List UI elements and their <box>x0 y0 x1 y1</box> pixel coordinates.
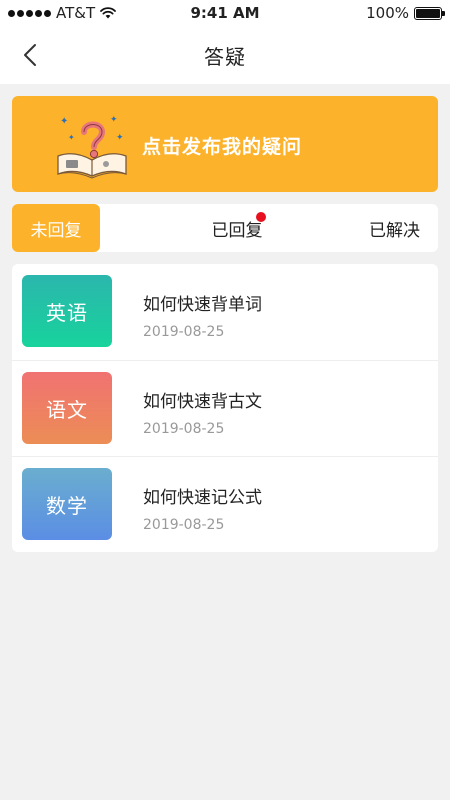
back-button[interactable] <box>14 40 46 70</box>
svg-text:✦: ✦ <box>116 133 124 143</box>
wifi-icon <box>100 7 117 19</box>
svg-text:✦: ✦ <box>68 133 75 142</box>
nav-bar: 答疑 <box>0 26 450 84</box>
question-date: 2019-08-25 <box>143 421 225 437</box>
question-date: 2019-08-25 <box>143 324 225 340</box>
chevron-left-icon <box>24 44 36 66</box>
status-tabs: 未回复 已回复 已解决 <box>12 204 438 252</box>
subject-tag: 英语 <box>22 275 112 347</box>
subject-tag: 语文 <box>22 372 112 444</box>
page-title: 答疑 <box>204 44 246 69</box>
status-bar: AT&T 9:41 AM 100% <box>0 0 450 26</box>
question-book-icon: ✦ ✦ ✦ ✦ <box>57 115 127 179</box>
list-item[interactable]: 数学 如何快速记公式 2019-08-25 <box>12 456 438 552</box>
banner-text: 点击发布我的疑问 <box>142 136 303 158</box>
svg-text:✦: ✦ <box>110 115 118 125</box>
battery-percent: 100% <box>366 4 409 22</box>
tab-unanswered[interactable]: 未回复 <box>12 204 100 252</box>
question-title: 如何快速记公式 <box>143 488 262 508</box>
battery-level <box>416 8 440 18</box>
ask-question-banner[interactable]: ✦ ✦ ✦ ✦ 点击发布我的疑问 <box>12 96 438 192</box>
question-list: 英语 如何快速背单词 2019-08-25 语文 如何快速背古文 2019-08… <box>12 264 438 552</box>
svg-text:✦: ✦ <box>60 116 68 127</box>
carrier-label: AT&T <box>56 4 96 22</box>
list-item[interactable]: 英语 如何快速背单词 2019-08-25 <box>12 264 438 360</box>
question-title: 如何快速背古文 <box>143 392 262 412</box>
new-reply-badge-dot <box>256 212 266 222</box>
status-left: AT&T <box>8 4 117 22</box>
list-item[interactable]: 语文 如何快速背古文 2019-08-25 <box>12 360 438 456</box>
signal-dots-icon <box>8 9 51 17</box>
subject-tag: 数学 <box>22 468 112 540</box>
question-date: 2019-08-25 <box>143 517 225 533</box>
tab-resolved[interactable]: 已解决 <box>342 204 438 252</box>
question-title: 如何快速背单词 <box>143 295 262 315</box>
battery-icon <box>414 6 445 20</box>
tab-answered[interactable]: 已回复 <box>182 204 292 252</box>
status-right: 100% <box>366 4 445 22</box>
